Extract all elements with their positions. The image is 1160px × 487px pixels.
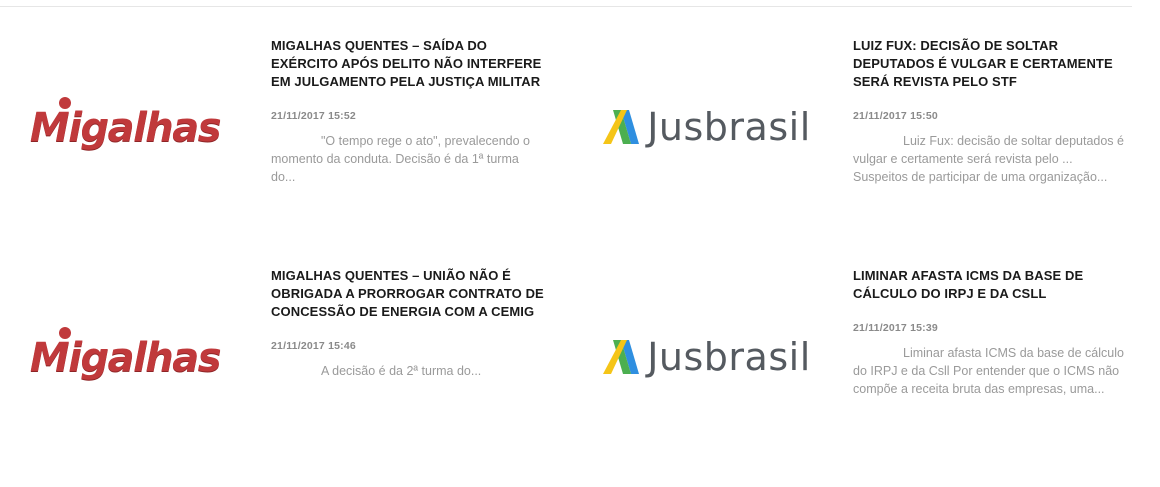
- article-title[interactable]: MIGALHAS QUENTES – UNIÃO NÃO É OBRIGADA …: [271, 267, 546, 321]
- migalhas-logo-icon: Migalhas: [30, 97, 222, 151]
- article-date: 21/11/2017 15:46: [271, 340, 356, 352]
- article-title[interactable]: LIMINAR AFASTA ICMS DA BASE DE CÁLCULO D…: [853, 267, 1128, 303]
- article-excerpt: Liminar afasta ICMS da base de cálculo d…: [853, 346, 1124, 396]
- source-logo[interactable]: Migalhas: [0, 22, 250, 232]
- migalhas-logo-icon: Migalhas: [30, 327, 222, 381]
- source-logo[interactable]: Jusbrasil: [582, 252, 832, 462]
- article-excerpt: A decisão é da 2ª turma do...: [321, 364, 482, 378]
- article-excerpt: "O tempo rege o ato", prevalecendo o mom…: [271, 134, 531, 184]
- article-date: 21/11/2017 15:50: [853, 110, 938, 122]
- article-date: 21/11/2017 15:52: [271, 110, 356, 122]
- news-card[interactable]: Migalhas MIGALHAS QUENTES – UNIÃO NÃO É …: [0, 252, 560, 462]
- source-logo[interactable]: Migalhas: [0, 252, 250, 462]
- article-date: 21/11/2017 15:39: [853, 322, 938, 334]
- news-card[interactable]: Jusbrasil LUIZ FUX: DECISÃO DE SOLTAR DE…: [582, 22, 1142, 232]
- news-card[interactable]: Migalhas MIGALHAS QUENTES – SAÍDA DO EXÉ…: [0, 22, 560, 232]
- article-title[interactable]: MIGALHAS QUENTES – SAÍDA DO EXÉRCITO APÓ…: [271, 37, 546, 91]
- top-divider: [0, 6, 1132, 7]
- jusbrasil-logo-icon: Jusbrasil: [603, 105, 811, 149]
- jusbrasil-logo-icon: Jusbrasil: [603, 335, 811, 379]
- article-excerpt: Luiz Fux: decisão de soltar deputados é …: [853, 134, 1124, 184]
- news-card[interactable]: Jusbrasil LIMINAR AFASTA ICMS DA BASE DE…: [582, 252, 1142, 462]
- article-title[interactable]: LUIZ FUX: DECISÃO DE SOLTAR DEPUTADOS É …: [853, 37, 1128, 91]
- source-logo[interactable]: Jusbrasil: [582, 22, 832, 232]
